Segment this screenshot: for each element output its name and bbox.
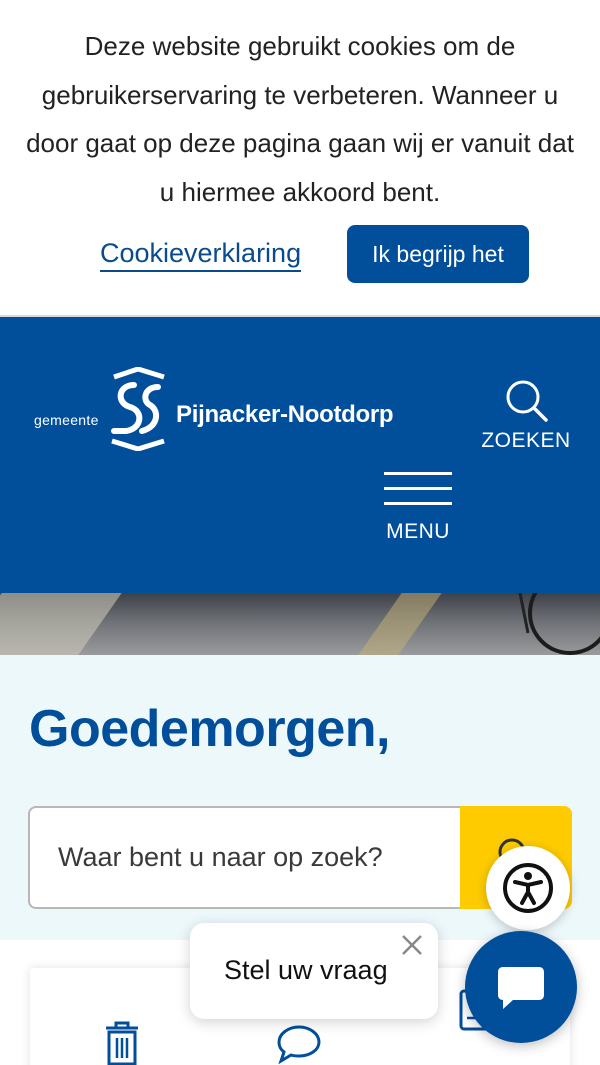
hero-image	[0, 593, 600, 655]
cookie-accept-button[interactable]: Ik begrijp het	[347, 225, 529, 283]
trash-icon	[106, 1021, 138, 1065]
cookie-banner: Deze website gebruikt cookies om de gebr…	[0, 0, 600, 316]
accessibility-icon	[503, 863, 553, 913]
header-search-button[interactable]: ZOEKEN	[480, 375, 572, 455]
search-icon	[506, 380, 548, 422]
logo-mark-icon	[111, 367, 165, 451]
chat-button[interactable]	[465, 931, 577, 1043]
logo-name: Pijnacker-Nootdorp	[176, 401, 394, 428]
chat-prompt-text: Stel uw vraag	[224, 955, 388, 985]
close-icon[interactable]	[400, 933, 424, 957]
chat-prompt-bubble[interactable]: Stel uw vraag	[190, 923, 438, 1019]
speech-bubble-icon	[277, 1025, 321, 1064]
search-label: ZOEKEN	[481, 429, 571, 452]
search-input[interactable]	[58, 808, 438, 907]
cookie-message: Deze website gebruikt cookies om de gebr…	[26, 31, 574, 207]
site-header: gemeente Pijnacker-Nootdorp ZOEKEN MENU	[0, 317, 600, 593]
menu-label: MENU	[386, 520, 450, 543]
bicycle-wheel-icon	[518, 593, 600, 655]
logo-prefix: gemeente	[34, 412, 99, 428]
greeting-title: Goedemorgen,	[29, 700, 390, 758]
site-logo[interactable]: gemeente Pijnacker-Nootdorp	[34, 367, 414, 457]
cookie-statement-link[interactable]: Cookieverklaring	[100, 236, 302, 272]
chat-icon	[498, 967, 544, 1009]
accessibility-button[interactable]	[486, 846, 570, 930]
search-field[interactable]	[28, 806, 460, 909]
menu-button[interactable]: MENU	[380, 469, 456, 549]
